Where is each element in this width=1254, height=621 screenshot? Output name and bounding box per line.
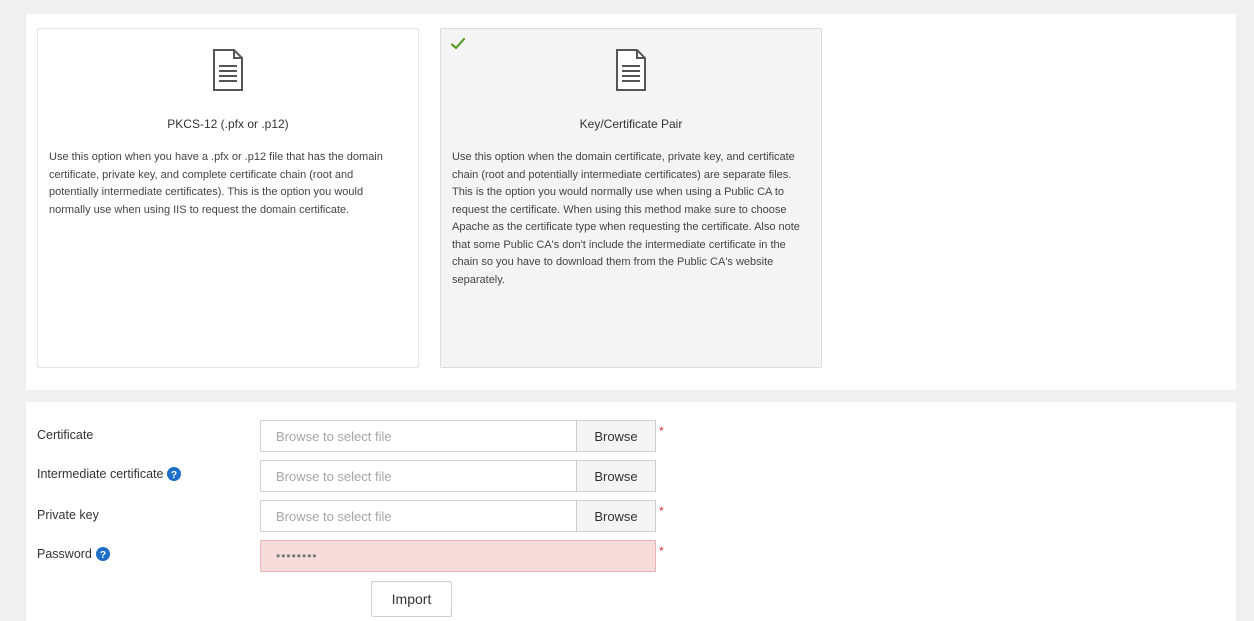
private-key-label-text: Private key [37, 508, 99, 522]
private-key-file-group: Browse [260, 500, 656, 532]
certificate-label-text: Certificate [37, 428, 94, 442]
password-label-text: Password [37, 547, 92, 561]
svg-text:?: ? [171, 469, 177, 481]
intermediate-certificate-file-input[interactable] [261, 461, 576, 491]
certificate-file-input[interactable] [261, 421, 576, 451]
private-key-browse-button[interactable]: Browse [576, 501, 655, 531]
svg-text:?: ? [100, 549, 106, 561]
certificate-type-panel: PKCS-12 (.pfx or .p12) Use this option w… [26, 14, 1236, 390]
required-indicator: * [659, 424, 664, 438]
option-card-key-certificate-pair[interactable]: Key/Certificate Pair Use this option whe… [440, 28, 822, 368]
required-indicator: * [659, 544, 664, 558]
intermediate-certificate-label-text: Intermediate certificate [37, 467, 164, 481]
intermediate-certificate-browse-button[interactable]: Browse [576, 461, 655, 491]
document-icon [213, 49, 243, 91]
certificate-label: Certificate [37, 428, 93, 442]
password-label: Password ? [37, 547, 110, 561]
private-key-label: Private key [37, 508, 99, 522]
help-icon[interactable]: ? [95, 547, 110, 561]
document-icon [616, 49, 646, 91]
option-title: PKCS-12 (.pfx or .p12) [167, 117, 289, 131]
option-card-pkcs12[interactable]: PKCS-12 (.pfx or .p12) Use this option w… [37, 28, 419, 368]
option-description: Use this option when you have a .pfx or … [49, 151, 383, 216]
checkmark-icon [451, 37, 465, 50]
private-key-file-input[interactable] [261, 501, 576, 531]
intermediate-certificate-file-group: Browse [260, 460, 656, 492]
option-description: Use this option when the domain certific… [452, 151, 800, 286]
intermediate-certificate-label: Intermediate certificate ? [37, 467, 182, 481]
help-icon[interactable]: ? [167, 467, 182, 481]
option-title: Key/Certificate Pair [579, 117, 683, 131]
required-indicator: * [659, 504, 664, 518]
certificate-file-group: Browse [260, 420, 656, 452]
password-input[interactable] [260, 540, 656, 572]
certificate-browse-button[interactable]: Browse [576, 421, 655, 451]
import-button[interactable]: Import [371, 581, 452, 617]
